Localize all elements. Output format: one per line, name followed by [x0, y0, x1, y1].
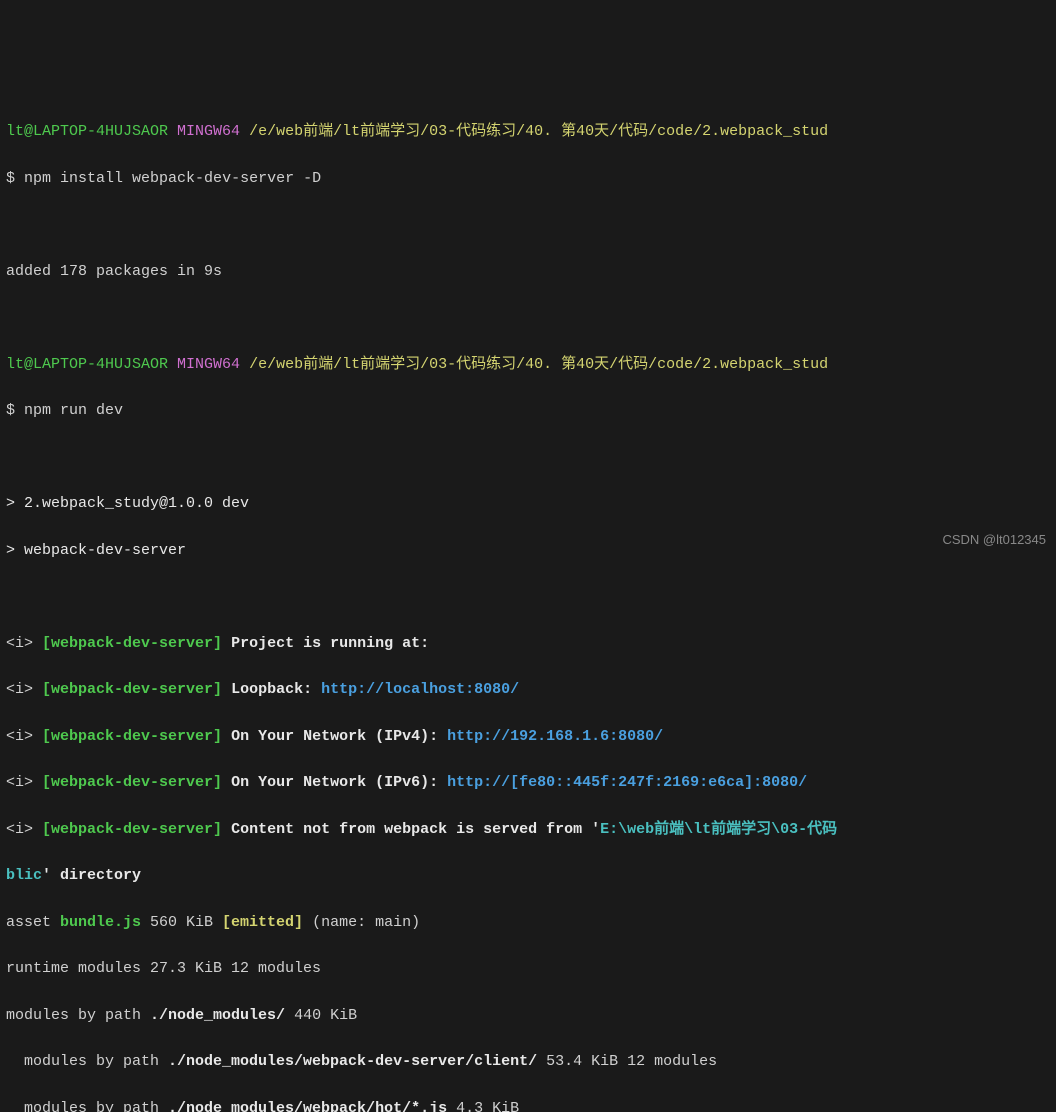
npm-script-line-2: > webpack-dev-server — [6, 539, 1050, 562]
emitted-tag: [emitted] — [222, 914, 303, 931]
cwd-path: /e/web前端/lt前端学习/03-代码练习/40. 第40天/代码/code… — [249, 356, 828, 373]
npm-run-command: npm run dev — [24, 402, 123, 419]
ipv6-label: On Your Network (IPv6): — [222, 774, 447, 791]
info-token: <i> — [6, 681, 33, 698]
watermark: CSDN @lt012345 — [942, 530, 1046, 550]
mod-path: ./node_modules/webpack/hot/*.js — [168, 1100, 447, 1112]
content-label: Content not from webpack is served from … — [222, 821, 600, 838]
bundle-name: bundle.js — [60, 914, 141, 931]
content-suffix-directory: ' directory — [42, 867, 141, 884]
asset-line: asset bundle.js 560 KiB [emitted] (name:… — [6, 911, 1050, 934]
content-path: E:\web前端\lt前端学习\03-代码 — [600, 821, 837, 838]
npm-script-line-1: > 2.webpack_study@1.0.0 dev — [6, 492, 1050, 515]
server-ipv6-line: <i> [webpack-dev-server] On Your Network… — [6, 771, 1050, 794]
blank-line — [6, 213, 1050, 236]
loopback-label: Loopback: — [222, 681, 321, 698]
user-host: lt@LAPTOP-4HUJSAOR — [6, 356, 168, 373]
blank-line — [6, 446, 1050, 469]
mod-path: ./node_modules/webpack-dev-server/client… — [168, 1053, 537, 1070]
mod-prefix: modules by path — [6, 1053, 168, 1070]
server-running-line: <i> [webpack-dev-server] Project is runn… — [6, 632, 1050, 655]
server-tag: [webpack-dev-server] — [42, 728, 222, 745]
mod-prefix: modules by path — [6, 1100, 168, 1112]
mod-suffix: 53.4 KiB 12 modules — [537, 1053, 717, 1070]
modules-path-line-1: modules by path ./node_modules/ 440 KiB — [6, 1004, 1050, 1027]
ipv6-url: http://[fe80::445f:247f:2169:e6ca]:8080/ — [447, 774, 807, 791]
asset-meta: (name: main) — [303, 914, 420, 931]
content-suffix-blic: blic — [6, 867, 42, 884]
npm-install-command: npm install webpack-dev-server -D — [24, 170, 321, 187]
prompt-char: $ — [6, 402, 15, 419]
info-token: <i> — [6, 728, 33, 745]
runtime-line: runtime modules 27.3 KiB 12 modules — [6, 957, 1050, 980]
ipv4-url: http://192.168.1.6:8080/ — [447, 728, 663, 745]
asset-label: asset — [6, 914, 60, 931]
prompt-line-2: lt@LAPTOP-4HUJSAOR MINGW64 /e/web前端/lt前端… — [6, 353, 1050, 376]
server-tag: [webpack-dev-server] — [42, 681, 222, 698]
server-running-msg: Project is running at: — [222, 635, 429, 652]
ipv4-label: On Your Network (IPv4): — [222, 728, 447, 745]
modules-path-line-3: modules by path ./node_modules/webpack/h… — [6, 1097, 1050, 1112]
server-tag: [webpack-dev-server] — [42, 635, 222, 652]
command-line-1: $ npm install webpack-dev-server -D — [6, 167, 1050, 190]
server-loopback-line: <i> [webpack-dev-server] Loopback: http:… — [6, 678, 1050, 701]
cwd-path: /e/web前端/lt前端学习/03-代码练习/40. 第40天/代码/code… — [249, 123, 828, 140]
server-tag: [webpack-dev-server] — [42, 821, 222, 838]
command-line-2: $ npm run dev — [6, 399, 1050, 422]
server-content-line: <i> [webpack-dev-server] Content not fro… — [6, 818, 1050, 841]
mingw-label: MINGW64 — [177, 123, 240, 140]
modules-path-line-2: modules by path ./node_modules/webpack-d… — [6, 1050, 1050, 1073]
prompt-line-1: lt@LAPTOP-4HUJSAOR MINGW64 /e/web前端/lt前端… — [6, 120, 1050, 143]
info-token: <i> — [6, 635, 33, 652]
info-token: <i> — [6, 821, 33, 838]
blank-line — [6, 585, 1050, 608]
server-tag: [webpack-dev-server] — [42, 774, 222, 791]
blank-line — [6, 306, 1050, 329]
mod-suffix: 440 KiB — [285, 1007, 357, 1024]
bundle-size: 560 KiB — [141, 914, 222, 931]
loopback-url: http://localhost:8080/ — [321, 681, 519, 698]
server-ipv4-line: <i> [webpack-dev-server] On Your Network… — [6, 725, 1050, 748]
install-result: added 178 packages in 9s — [6, 260, 1050, 283]
server-content-line-2: blic' directory — [6, 864, 1050, 887]
info-token: <i> — [6, 774, 33, 791]
prompt-char: $ — [6, 170, 15, 187]
mod-suffix: 4.3 KiB — [447, 1100, 519, 1112]
mod-path: ./node_modules/ — [150, 1007, 285, 1024]
mod-prefix: modules by path — [6, 1007, 150, 1024]
terminal-output[interactable]: lt@LAPTOP-4HUJSAOR MINGW64 /e/web前端/lt前端… — [0, 93, 1056, 1112]
user-host: lt@LAPTOP-4HUJSAOR — [6, 123, 168, 140]
mingw-label: MINGW64 — [177, 356, 240, 373]
